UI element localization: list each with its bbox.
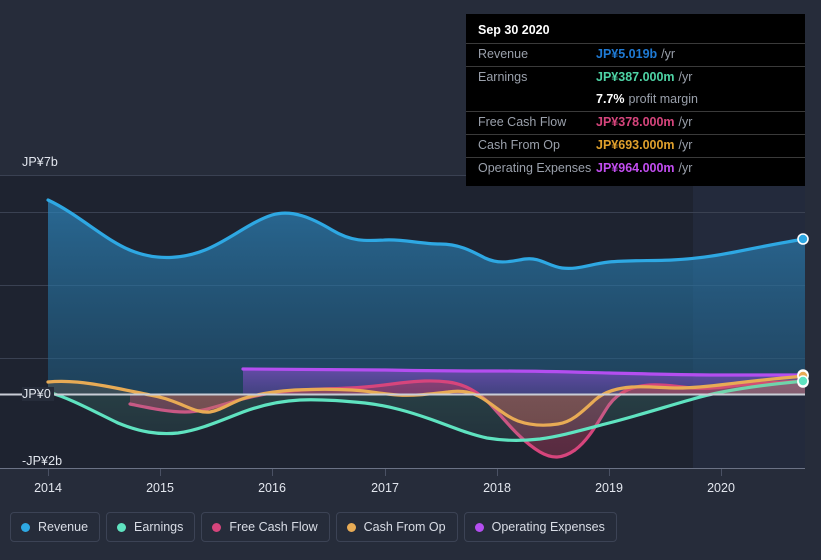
legend-label-free-cash-flow: Free Cash Flow (229, 520, 318, 534)
tooltip-value-profit-margin: 7.7% (596, 92, 625, 106)
legend-dot-icon-earnings (117, 522, 127, 532)
endpoint-marker-revenue[interactable] (797, 233, 809, 245)
tooltip-row-earnings: Earnings JP¥387.000m /yr (466, 66, 805, 89)
endpoint-marker-earnings[interactable] (797, 375, 809, 387)
x-axis-tick-2015: 2015 (146, 481, 174, 495)
chart-legend: Revenue Earnings Free Cash Flow Cash Fro… (10, 512, 617, 542)
legend-dot-icon-operating-expenses (474, 522, 484, 532)
tooltip-row-free-cash-flow: Free Cash Flow JP¥378.000m /yr (466, 111, 805, 134)
tooltip-unit-operating-expenses: /yr (678, 161, 693, 175)
tooltip-key-cash-from-op: Cash From Op (478, 138, 560, 152)
y-axis-label-bottom: -JP¥2b (22, 454, 63, 468)
tooltip-row-operating-expenses: Operating Expenses JP¥964.000m /yr (466, 157, 805, 180)
tooltip-row-profit-margin: 7.7% profit margin (466, 89, 805, 111)
tooltip-label-profit-margin: profit margin (628, 92, 698, 106)
tooltip-unit-revenue: /yr (661, 47, 676, 61)
chart-tooltip: Sep 30 2020 Revenue JP¥5.019b /yr Earnin… (466, 14, 805, 186)
legend-dot-icon-free-cash-flow (212, 522, 222, 532)
legend-item-revenue[interactable]: Revenue (10, 512, 101, 542)
legend-dot-icon-cash-from-op (346, 522, 356, 532)
x-axis-tick-2019: 2019 (595, 481, 623, 495)
legend-item-operating-expenses[interactable]: Operating Expenses (463, 512, 617, 542)
tooltip-row-cash-from-op: Cash From Op JP¥693.000m /yr (466, 134, 805, 157)
tooltip-key-free-cash-flow: Free Cash Flow (478, 115, 567, 129)
tooltip-unit-free-cash-flow: /yr (678, 115, 693, 129)
tooltip-row-revenue: Revenue JP¥5.019b /yr (466, 43, 805, 66)
legend-label-cash-from-op: Cash From Op (363, 520, 446, 534)
tooltip-key-operating-expenses: Operating Expenses (478, 161, 592, 175)
legend-item-earnings[interactable]: Earnings (106, 512, 196, 542)
legend-item-free-cash-flow[interactable]: Free Cash Flow (201, 512, 330, 542)
tooltip-key-revenue: Revenue (478, 47, 529, 61)
tooltip-key-earnings: Earnings (478, 70, 528, 84)
tooltip-unit-cash-from-op: /yr (678, 138, 693, 152)
tooltip-value-revenue: JP¥5.019b (596, 47, 658, 61)
gridlines-vertical (48, 468, 722, 476)
legend-label-earnings: Earnings (134, 520, 184, 534)
legend-dot-icon-revenue (21, 522, 30, 532)
legend-item-cash-from-op[interactable]: Cash From Op (335, 512, 458, 542)
x-axis-tick-2017: 2017 (371, 481, 399, 495)
x-axis-tick-2020: 2020 (707, 481, 735, 495)
x-axis-tick-2014: 2014 (34, 481, 62, 495)
tooltip-value-cash-from-op: JP¥693.000m (596, 138, 675, 152)
y-axis-label-zero: JP¥0 (22, 387, 54, 401)
legend-label-operating-expenses: Operating Expenses (491, 520, 605, 534)
x-axis-tick-2018: 2018 (483, 481, 511, 495)
legend-label-revenue: Revenue (38, 520, 89, 534)
x-axis-tick-2016: 2016 (258, 481, 286, 495)
tooltip-value-free-cash-flow: JP¥378.000m (596, 115, 675, 129)
y-axis-label-top: JP¥7b (22, 155, 58, 169)
tooltip-unit-earnings: /yr (678, 70, 693, 84)
tooltip-value-earnings: JP¥387.000m (596, 70, 675, 84)
tooltip-value-operating-expenses: JP¥964.000m (596, 161, 675, 175)
tooltip-date: Sep 30 2020 (478, 23, 550, 37)
financial-chart-app: JP¥7b JP¥0 -JP¥2b 2014 2015 2016 2017 20… (0, 0, 821, 560)
